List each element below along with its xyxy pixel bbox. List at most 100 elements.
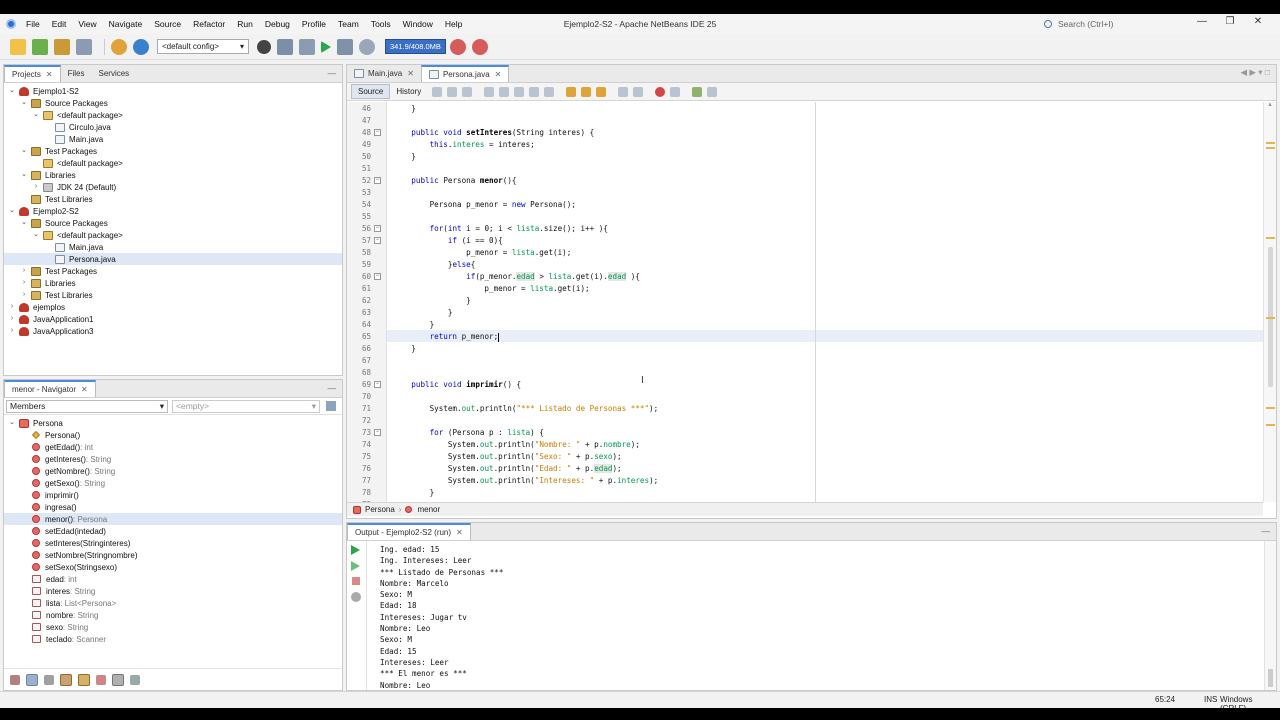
undo-icon[interactable]	[111, 38, 127, 55]
project-tree-node[interactable]: ⌄ <default package>	[4, 229, 342, 241]
navigator-member[interactable]: getEdad() : int	[4, 441, 342, 453]
sort-source-icon[interactable]	[130, 674, 140, 685]
chevron-down-icon[interactable]: ⌄	[32, 231, 40, 239]
tab-services[interactable]: Services	[92, 65, 137, 82]
open-project-icon[interactable]	[54, 38, 70, 55]
profile-icon[interactable]	[359, 38, 375, 55]
fold-toggle-icon[interactable]: −	[374, 381, 381, 388]
close-icon[interactable]: ✕	[456, 528, 463, 537]
comment-icon[interactable]	[692, 86, 703, 97]
editor-scrollbar[interactable]: ▲	[1263, 102, 1276, 502]
search-box[interactable]: Search (Ctrl+I)	[1044, 17, 1184, 31]
back-icon[interactable]	[447, 86, 458, 97]
navigator-member[interactable]: Persona()	[4, 429, 342, 441]
chevron-right-icon[interactable]: ›	[8, 327, 16, 335]
config-dropdown[interactable]: <default config> ▾	[157, 39, 249, 54]
shift-left-icon[interactable]	[618, 86, 629, 97]
tab-navigator[interactable]: menor - Navigator ✕	[4, 380, 96, 397]
breadcrumb-class[interactable]: Persona	[365, 505, 395, 514]
navigator-member[interactable]: getSexo() : String	[4, 477, 342, 489]
project-tree-node[interactable]: › JavaApplication3	[4, 325, 342, 337]
profiler-snapshot-icon[interactable]	[471, 38, 488, 55]
navigator-member[interactable]: setNombre(String nombre)	[4, 549, 342, 561]
gc-icon[interactable]	[449, 38, 466, 55]
chevron-down-icon[interactable]: ⌄	[20, 99, 28, 107]
output-scrollbar[interactable]	[1264, 541, 1276, 690]
last-edit-icon[interactable]	[432, 86, 443, 97]
chevron-right-icon[interactable]: ›	[8, 303, 16, 311]
fold-toggle-icon[interactable]: −	[374, 225, 381, 232]
close-icon[interactable]: ✕	[46, 70, 53, 79]
maximize-icon[interactable]: ❐	[1216, 16, 1244, 27]
sort-filter-icon[interactable]	[78, 673, 90, 686]
static-filter-icon[interactable]	[44, 674, 54, 685]
navigator-member[interactable]: getNombre() : String	[4, 465, 342, 477]
scroll-thumb[interactable]	[1268, 669, 1273, 687]
nonpublic-filter-icon[interactable]	[60, 673, 72, 686]
menu-item-tools[interactable]: Tools	[365, 19, 397, 29]
save-all-icon[interactable]	[76, 38, 92, 55]
project-tree-node[interactable]: › Libraries	[4, 277, 342, 289]
tab-main-java[interactable]: Main.java ✕	[347, 65, 421, 82]
navigator-member[interactable]: setEdad(int edad)	[4, 525, 342, 537]
navigator-member[interactable]: nombre : String	[4, 609, 342, 621]
project-tree-node[interactable]: › JavaApplication1	[4, 313, 342, 325]
tab-output[interactable]: Output - Ejemplo2-S2 (run) ✕	[347, 523, 471, 540]
project-tree-node[interactable]: ⌄ Libraries	[4, 169, 342, 181]
chevron-down-icon[interactable]: ⌄	[8, 207, 16, 215]
navigator-member[interactable]: teclado : Scanner	[4, 633, 342, 645]
new-project-icon[interactable]	[32, 38, 48, 55]
chevron-right-icon[interactable]: ›	[20, 267, 28, 275]
navigator-member[interactable]: lista : List<Persona>	[4, 597, 342, 609]
chevron-right-icon[interactable]: ›	[20, 279, 28, 287]
chevron-down-icon[interactable]: ⌄	[20, 171, 28, 179]
new-file-icon[interactable]	[10, 38, 26, 55]
menu-item-window[interactable]: Window	[397, 19, 439, 29]
navigator-member[interactable]: getInteres() : String	[4, 453, 342, 465]
project-tree-node[interactable]: <default package>	[4, 157, 342, 169]
chevron-right-icon[interactable]: ›	[8, 315, 16, 323]
project-tree-node[interactable]: Persona.java	[4, 253, 342, 265]
tab-navigation-icons[interactable]: ◀ ▶ ▾ □	[1240, 67, 1270, 78]
menu-item-source[interactable]: Source	[148, 19, 187, 29]
filter-icon[interactable]	[326, 401, 336, 411]
tab-projects[interactable]: Projects ✕	[4, 65, 61, 82]
navigator-member[interactable]: sexo : String	[4, 621, 342, 633]
project-tree-node[interactable]: ⌄ Source Packages	[4, 97, 342, 109]
inner-classes-icon[interactable]	[96, 674, 106, 685]
history-tab[interactable]: History	[390, 85, 427, 98]
project-tree-node[interactable]: ⌄ Test Packages	[4, 145, 342, 157]
navigator-member[interactable]: setSexo(String sexo)	[4, 561, 342, 573]
shift-right-icon[interactable]	[633, 86, 644, 97]
menu-item-navigate[interactable]: Navigate	[103, 19, 149, 29]
navigator-member[interactable]: imprimir()	[4, 489, 342, 501]
close-icon[interactable]: ✕	[495, 70, 502, 79]
close-icon[interactable]: ✕	[81, 385, 88, 394]
tab-files[interactable]: Files	[61, 65, 92, 82]
find-next-icon[interactable]	[514, 86, 525, 97]
navigator-member[interactable]: setInteres(String interes)	[4, 537, 342, 549]
debug-icon[interactable]	[337, 38, 353, 55]
toggle-rect-select-icon[interactable]	[544, 86, 555, 97]
stop-macro-icon[interactable]	[670, 86, 681, 97]
build-icon[interactable]	[277, 38, 293, 55]
fields-filter-icon[interactable]	[26, 673, 38, 686]
chevron-down-icon[interactable]: ⌄	[8, 87, 16, 95]
chevron-down-icon[interactable]: ⌄	[8, 419, 16, 427]
breadcrumb-method[interactable]: menor	[417, 505, 440, 514]
project-tree-node[interactable]: › ejemplos	[4, 301, 342, 313]
project-tree-node[interactable]: ⌄ Ejemplo2-S2	[4, 205, 342, 217]
menu-item-team[interactable]: Team	[332, 19, 365, 29]
fold-toggle-icon[interactable]: −	[374, 129, 381, 136]
uncomment-icon[interactable]	[707, 86, 718, 97]
find-previous-icon[interactable]	[499, 86, 510, 97]
minimize-panel-icon[interactable]: —	[328, 383, 337, 393]
project-tree-node[interactable]: Main.java	[4, 133, 342, 145]
show-inherited-icon[interactable]	[10, 674, 20, 685]
navigator-member[interactable]: ingresa()	[4, 501, 342, 513]
minimize-panel-icon[interactable]: —	[1262, 526, 1271, 536]
sort-name-icon[interactable]	[112, 673, 124, 686]
code-editor[interactable]: 46 47 48−49 50 51 52−53 54 55 56−57−58 59 60−61 62 6…	[347, 102, 1263, 502]
menu-item-view[interactable]: View	[72, 19, 102, 29]
chevron-down-icon[interactable]: ⌄	[20, 147, 28, 155]
